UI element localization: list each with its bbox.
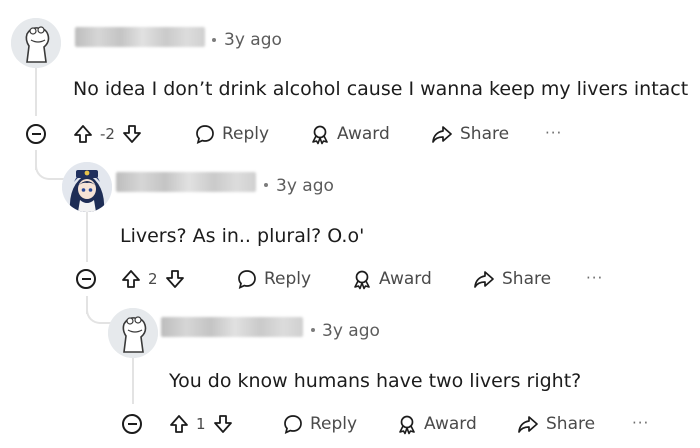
share-button[interactable]: Share [472,267,551,291]
reply-button[interactable]: Reply [194,122,269,146]
award-button[interactable]: Award [309,122,390,146]
speech-bubble-icon [284,415,302,434]
avatar[interactable] [11,18,61,68]
comment-body: You do know humans have two livers right… [169,370,582,392]
comment-body: Livers? As in.. plural? O.o' [120,225,365,247]
snoo-avatar-icon [108,308,158,358]
share-button[interactable]: Share [516,412,595,436]
vote-count: 1 [196,415,206,433]
comment-timestamp: 3y ago [224,30,282,50]
upvote-icon[interactable] [72,123,94,145]
speech-bubble-icon [196,125,214,144]
vote-group: -2 [72,122,143,146]
more-options-button[interactable]: ··· [632,414,649,432]
minus-icon [127,423,137,425]
username-redacted[interactable] [161,317,303,337]
award-icon [354,270,370,290]
speech-bubble-icon [238,270,256,289]
share-arrow-icon [432,126,452,143]
reply-label: Reply [310,414,358,434]
downvote-icon[interactable] [212,413,234,435]
thread-line-2 [86,212,88,262]
thread-elbow-2 [86,300,112,324]
award-label: Award [379,269,432,289]
reply-label: Reply [264,269,312,289]
upvote-icon[interactable] [168,413,190,435]
snoo-avatar-icon [11,18,61,68]
downvote-icon[interactable] [121,123,143,145]
username-redacted[interactable] [75,27,205,47]
thread-line-1 [35,68,37,116]
avatar[interactable] [62,162,112,212]
minus-icon [81,278,91,280]
award-label: Award [424,414,477,434]
downvote-icon[interactable] [164,268,186,290]
collapse-button[interactable] [26,124,46,144]
comment-timestamp: 3y ago [322,321,380,341]
share-arrow-icon [474,271,494,288]
meta-separator [212,38,216,42]
vote-count: 2 [148,270,158,288]
comment-timestamp: 3y ago [276,176,334,196]
award-button[interactable]: Award [351,267,432,291]
vote-count: -2 [100,125,115,143]
upvote-icon[interactable] [120,268,142,290]
collapse-button[interactable] [122,414,142,434]
reply-button[interactable]: Reply [236,267,311,291]
reply-label: Reply [222,124,270,144]
share-label: Share [460,124,510,144]
avatar[interactable] [108,308,158,358]
thread-line-3 [132,356,134,404]
collapse-button[interactable] [76,269,96,289]
award-icon [312,125,328,145]
award-label: Award [337,124,390,144]
share-label: Share [546,414,596,434]
more-options-button[interactable]: ··· [545,124,562,142]
more-options-button[interactable]: ··· [586,269,603,287]
vote-group: 2 [120,267,186,291]
award-button[interactable]: Award [396,412,477,436]
username-redacted[interactable] [116,172,256,192]
thread-elbow-1 [35,158,65,180]
share-label: Share [502,269,552,289]
minus-icon [31,133,41,135]
anime-character-avatar-icon [62,162,112,212]
share-button[interactable]: Share [430,122,509,146]
vote-group: 1 [168,412,234,436]
meta-separator [264,183,268,187]
share-arrow-icon [518,416,538,433]
meta-separator [311,328,315,332]
comment-body: No idea I don’t drink alcohol cause I wa… [73,78,689,100]
award-icon [399,415,415,435]
reply-button[interactable]: Reply [282,412,357,436]
